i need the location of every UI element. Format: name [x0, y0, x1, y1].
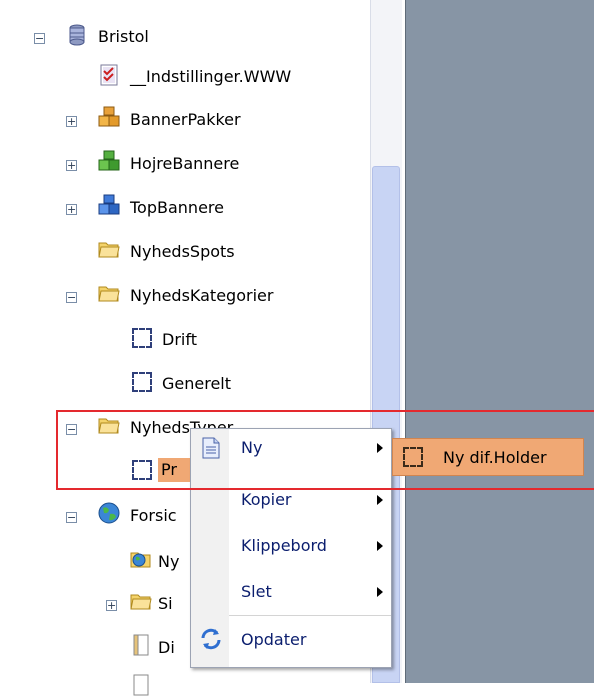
globe-folder-icon	[130, 552, 151, 568]
collapse-toggle[interactable]: −	[34, 33, 45, 44]
placeholder-box-icon	[132, 328, 152, 348]
menu-item-label: Klippebord	[241, 536, 327, 555]
expand-toggle[interactable]: +	[66, 116, 77, 127]
menu-item-label: Slet	[241, 582, 272, 601]
collapse-toggle[interactable]: −	[66, 292, 77, 303]
folder-icon	[130, 594, 152, 610]
tree-item-label[interactable]: Si	[158, 594, 173, 614]
database-icon	[69, 24, 85, 46]
folder-icon	[98, 286, 120, 302]
tree-item-label[interactable]: Drift	[162, 330, 197, 350]
submenu-arrow-icon	[377, 587, 383, 597]
submenu-arrow-icon	[377, 495, 383, 505]
package-group-icon	[98, 106, 120, 127]
expand-toggle[interactable]: +	[66, 160, 77, 171]
package-group-icon	[98, 194, 120, 215]
expand-toggle[interactable]: +	[66, 204, 77, 215]
document-icon	[133, 674, 149, 696]
refresh-icon	[201, 628, 221, 650]
tree-item-label[interactable]: __Indstillinger.WWW	[130, 67, 291, 87]
tree-item-label[interactable]: Ny	[158, 552, 179, 572]
tree-item-label[interactable]: NyhedsKategorier	[130, 286, 273, 306]
menu-item-opdater[interactable]: Opdater	[191, 621, 391, 659]
submenu-arrow-icon	[377, 541, 383, 551]
tree-item-label[interactable]: NyhedsSpots	[130, 242, 235, 262]
folder-icon	[98, 242, 120, 258]
tree-item-label[interactable]: Di	[158, 638, 175, 658]
collapse-toggle[interactable]: −	[66, 512, 77, 523]
highlight-annotation-box	[56, 410, 594, 490]
tree-item-label[interactable]: HojreBannere	[130, 154, 239, 174]
package-group-icon	[98, 150, 120, 171]
tree-item-label[interactable]: Generelt	[162, 374, 231, 394]
tree-item-label[interactable]: BannerPakker	[130, 110, 241, 130]
document-icon	[133, 634, 149, 656]
menu-item-klippebord[interactable]: Klippebord	[191, 527, 391, 565]
menu-item-slet[interactable]: Slet	[191, 573, 391, 611]
placeholder-box-icon	[132, 372, 152, 392]
globe-icon	[98, 502, 120, 524]
tree-item-label[interactable]: TopBannere	[130, 198, 224, 218]
tree-item-label[interactable]: Forsic	[130, 506, 177, 526]
content-pane	[405, 0, 594, 683]
menu-item-label: Opdater	[241, 630, 307, 649]
menu-item-label: Kopier	[241, 490, 292, 509]
menu-separator	[229, 615, 391, 616]
expand-toggle[interactable]: +	[106, 600, 117, 611]
settings-document-icon	[100, 64, 118, 86]
tree-root-label[interactable]: Bristol	[98, 27, 149, 47]
